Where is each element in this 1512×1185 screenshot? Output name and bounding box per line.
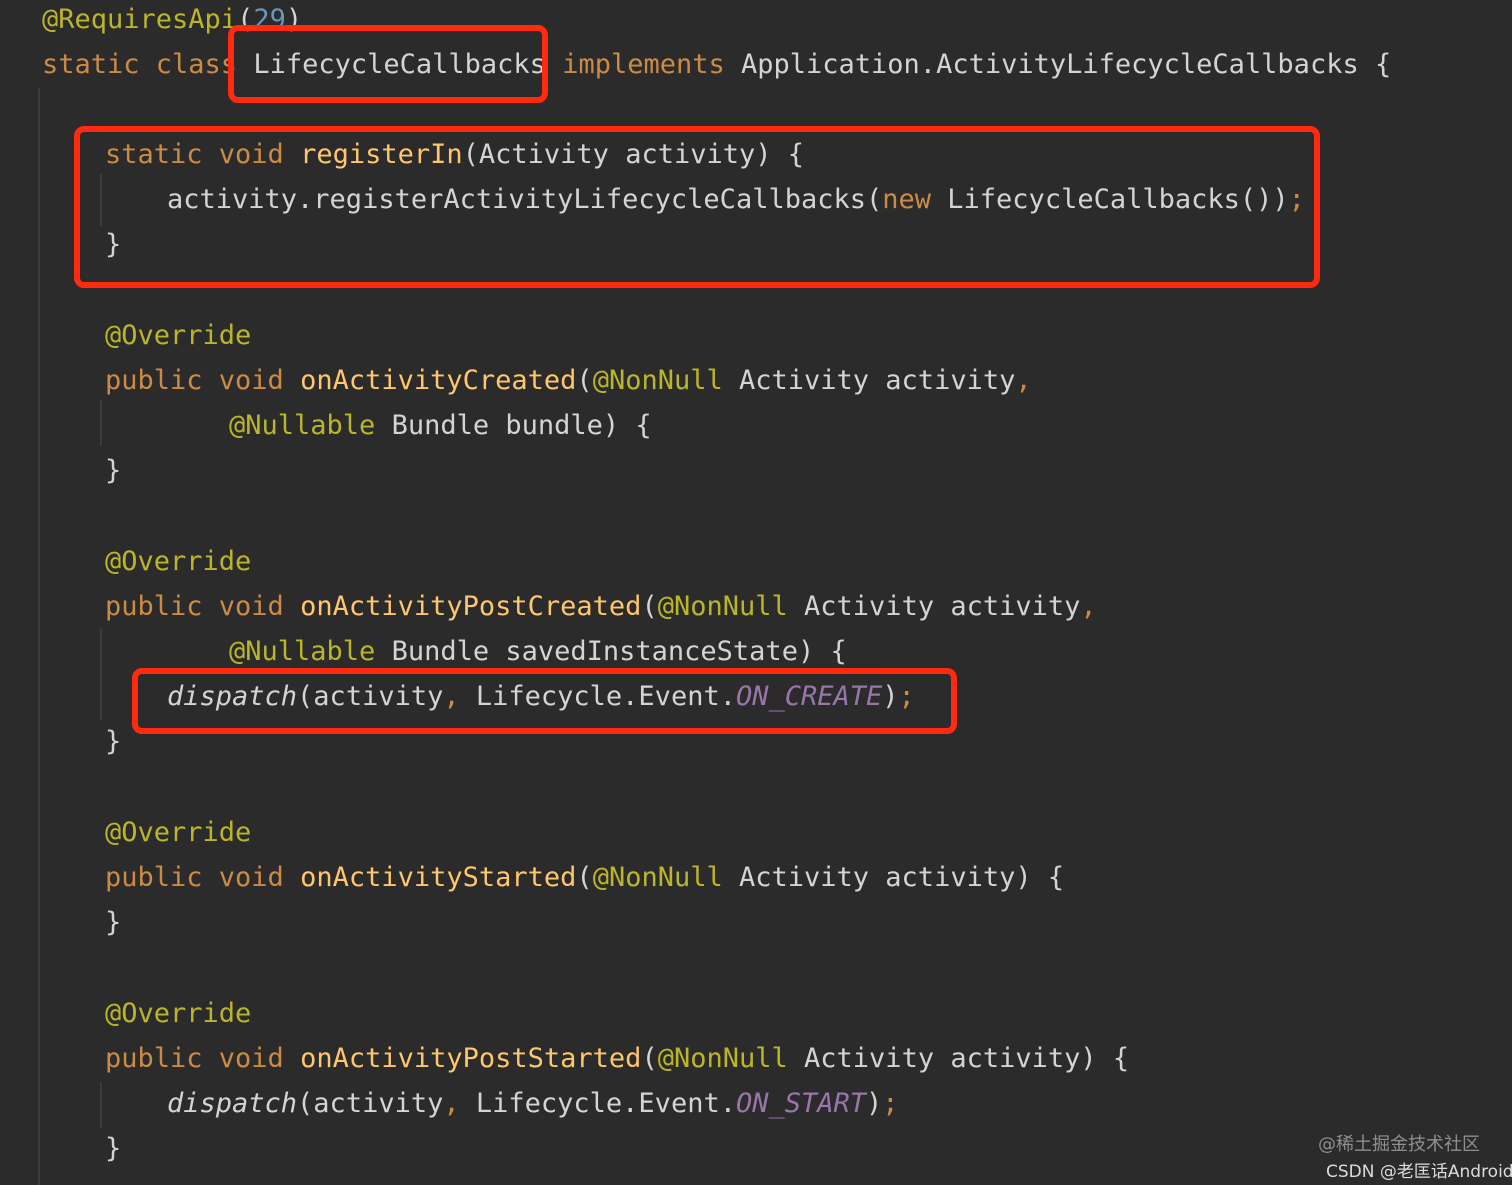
- code-token: Activity activity: [739, 365, 1016, 396]
- code-token: ,: [443, 1088, 476, 1119]
- code-token: @NonNull: [592, 365, 739, 396]
- code-token: (: [641, 591, 658, 622]
- code-token: @Nullable: [229, 410, 392, 441]
- code-token: ,: [1080, 591, 1097, 622]
- indent-guide: [100, 1082, 102, 1128]
- code-token: @RequiresApi: [42, 4, 238, 35]
- highlight-register-method: [74, 126, 1320, 288]
- code-line: dispatch(activity, Lifecycle.Event.ON_ST…: [167, 1084, 899, 1124]
- code-line: public void onActivityPostStarted(@NonNu…: [105, 1039, 1129, 1079]
- code-token: public void: [105, 591, 301, 622]
- code-token: public void: [105, 365, 301, 396]
- code-token: onActivityStarted: [300, 862, 577, 893]
- code-token: @Override: [105, 817, 252, 848]
- code-line: public void onActivityStarted(@NonNull A…: [105, 858, 1064, 898]
- code-token: (: [576, 365, 593, 396]
- code-token: dispatch: [167, 1088, 298, 1119]
- code-line: @Nullable Bundle savedInstanceState) {: [229, 632, 847, 672]
- code-line: @Override: [105, 316, 251, 356]
- code-token: @Override: [105, 546, 252, 577]
- code-token: ): [866, 1088, 883, 1119]
- code-token: onActivityCreated: [300, 365, 577, 396]
- code-token: Bundle bundle) {: [391, 410, 652, 441]
- code-token: onActivityPostCreated: [300, 591, 642, 622]
- code-line: }: [105, 722, 121, 762]
- code-token: Activity activity) {: [804, 1043, 1130, 1074]
- code-token: Lifecycle.Event.: [475, 1088, 736, 1119]
- code-token: @NonNull: [657, 1043, 805, 1074]
- code-token: Activity activity) {: [739, 862, 1065, 893]
- code-token: implements: [562, 49, 741, 80]
- code-token: static class: [42, 49, 254, 80]
- code-line: public void onActivityCreated(@NonNull A…: [105, 361, 1032, 401]
- code-token: }: [105, 907, 122, 938]
- code-token: Activity activity: [804, 591, 1081, 622]
- code-token: ;: [882, 1088, 899, 1119]
- code-line: }: [105, 903, 121, 943]
- code-line: @Override: [105, 994, 251, 1034]
- code-line: @Override: [105, 813, 251, 853]
- highlight-dispatch-call: [132, 668, 957, 734]
- code-line: @Override: [105, 542, 251, 582]
- indent-guide: [100, 628, 102, 720]
- code-token: Bundle savedInstanceState) {: [391, 636, 847, 667]
- code-token: ON_START: [735, 1088, 867, 1119]
- code-token: (: [576, 862, 593, 893]
- watermark-csdn: CSDN @老匡话Android: [1326, 1162, 1512, 1182]
- code-token: }: [105, 1133, 122, 1164]
- code-token: Application.ActivityLifecycleCallbacks {: [741, 49, 1392, 80]
- code-token: @Override: [105, 320, 252, 351]
- code-token: @Nullable: [229, 636, 392, 667]
- code-line: public void onActivityPostCreated(@NonNu…: [105, 587, 1097, 627]
- code-token: public void: [105, 1043, 301, 1074]
- code-token: @Override: [105, 998, 252, 1029]
- code-token: public void: [105, 862, 301, 893]
- code-line: }: [105, 1129, 121, 1169]
- code-token: onActivityPostStarted: [300, 1043, 642, 1074]
- code-token: @NonNull: [657, 591, 805, 622]
- indent-guide: [100, 400, 102, 446]
- highlight-class-name: [228, 25, 548, 103]
- code-token: }: [105, 726, 122, 757]
- code-line: @Nullable Bundle bundle) {: [229, 406, 652, 446]
- code-token: }: [105, 455, 122, 486]
- code-token: (activity: [297, 1088, 444, 1119]
- watermark-juejin: @稀土掘金技术社区: [1318, 1134, 1480, 1155]
- code-token: ,: [1015, 365, 1032, 396]
- code-token: (: [641, 1043, 658, 1074]
- indent-guide: [38, 88, 40, 1185]
- code-token: @NonNull: [592, 862, 739, 893]
- code-line: }: [105, 451, 121, 491]
